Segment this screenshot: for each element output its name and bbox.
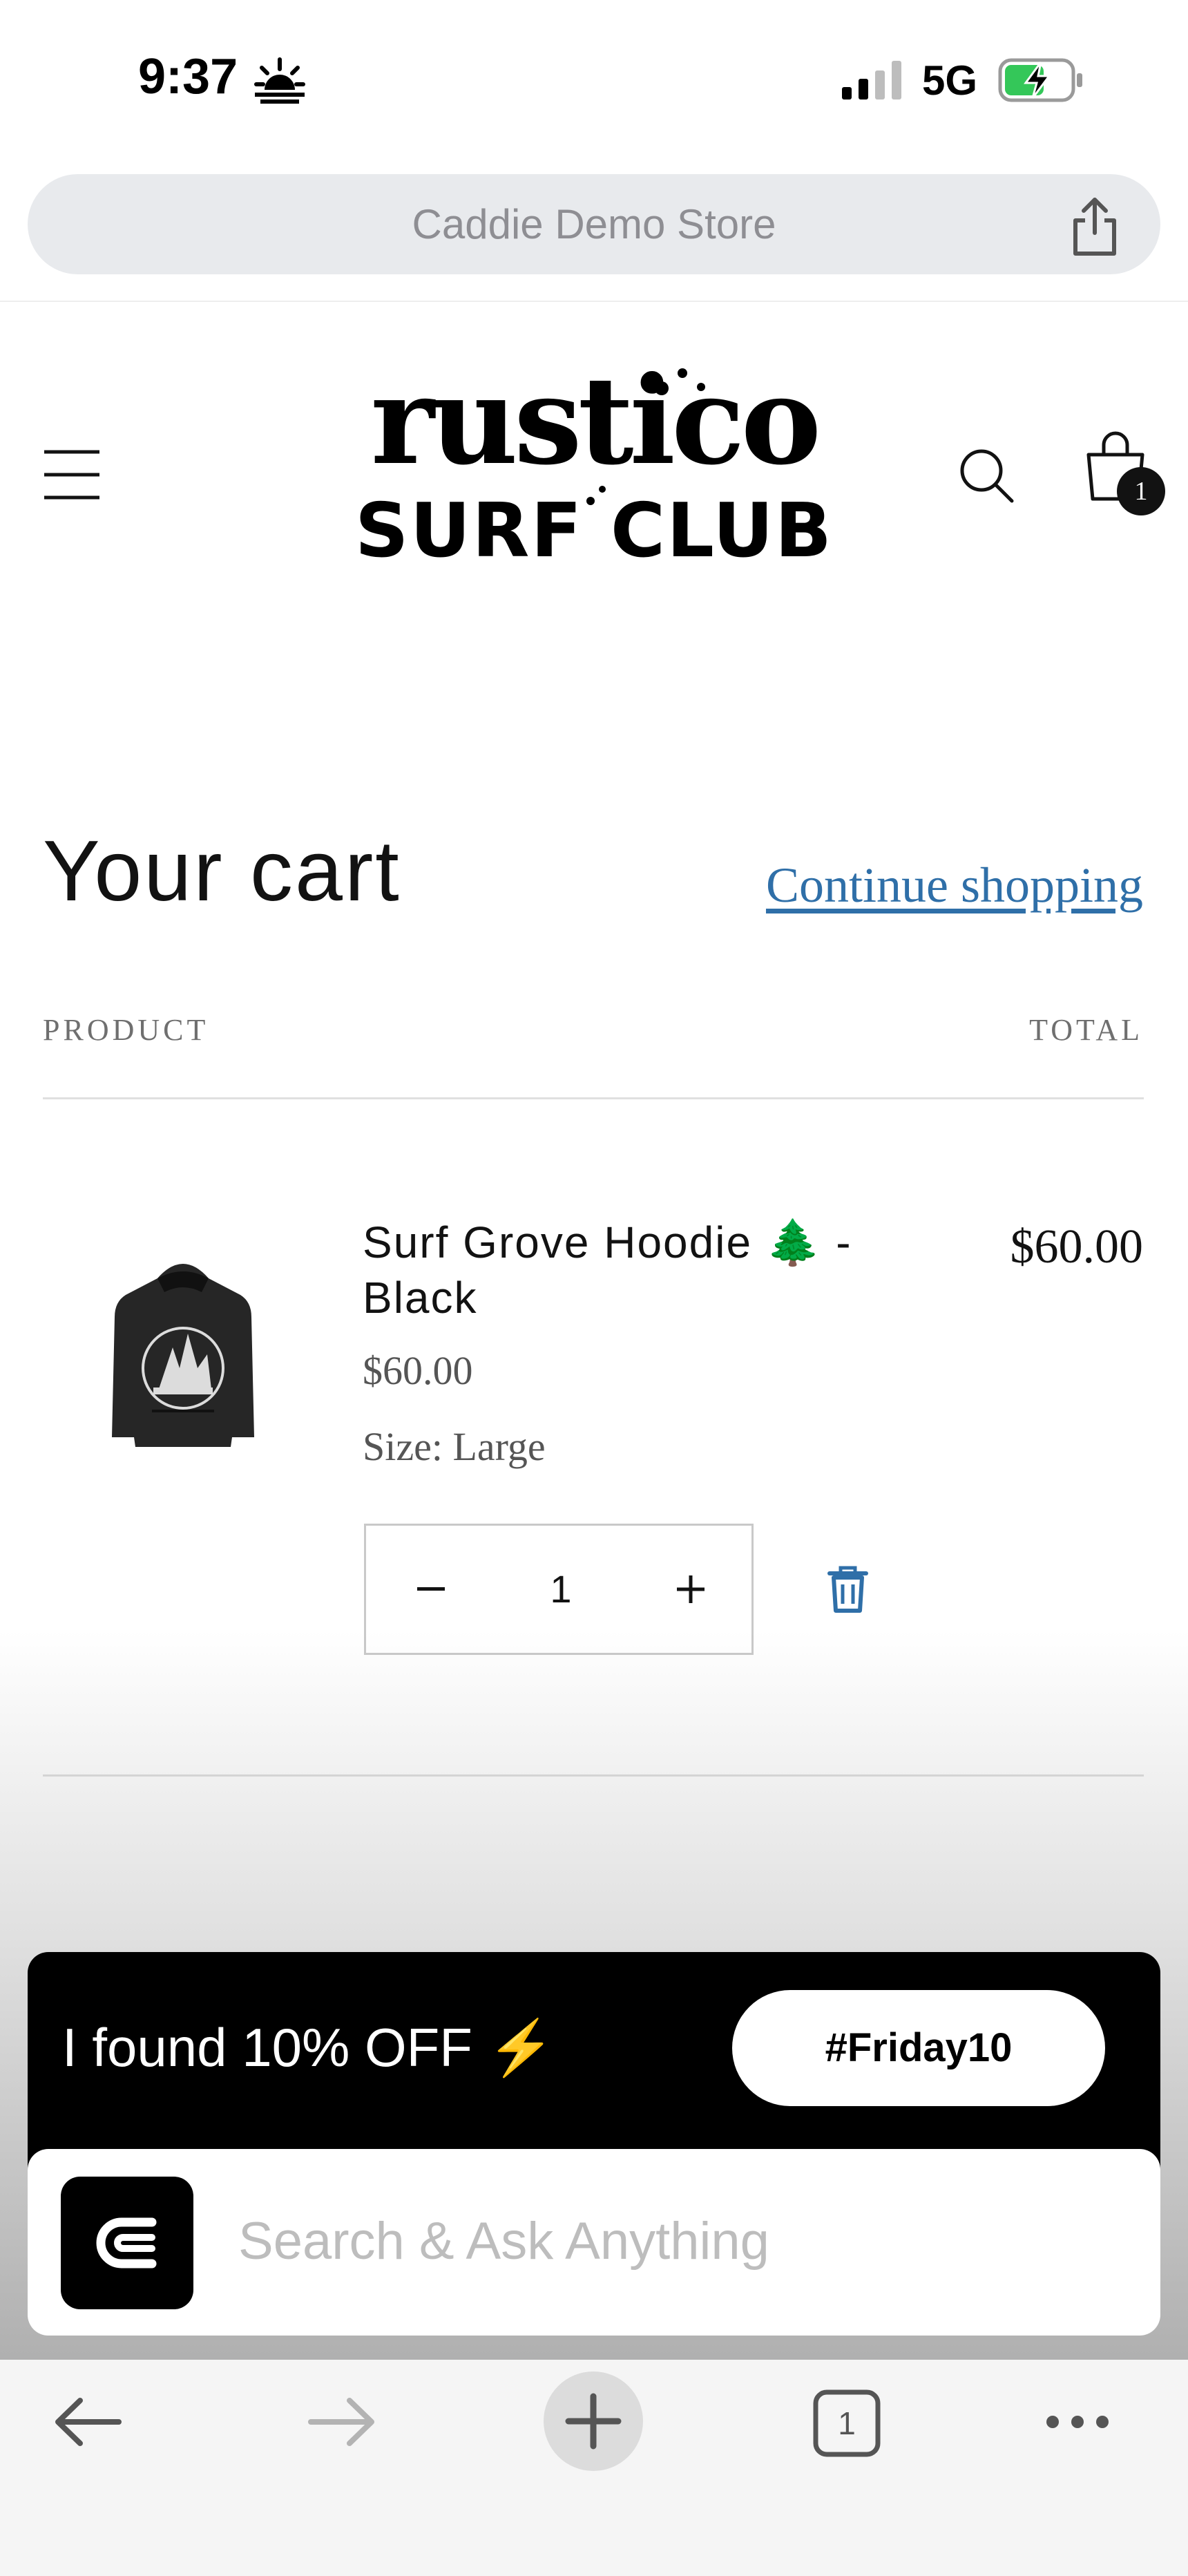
assistant-logo bbox=[61, 2177, 193, 2309]
total-column-header: TOTAL bbox=[1029, 1013, 1143, 1047]
magnet-icon bbox=[96, 2217, 157, 2269]
tab-count: 1 bbox=[838, 2405, 856, 2441]
site-title: Caddie Demo Store bbox=[412, 201, 776, 247]
page-title: Your cart bbox=[43, 824, 401, 919]
forward-arrow-icon[interactable] bbox=[304, 2391, 380, 2453]
more-icon[interactable] bbox=[1043, 2412, 1112, 2432]
search-icon[interactable] bbox=[957, 446, 1015, 504]
divider bbox=[43, 1097, 1144, 1099]
store-logo[interactable]: rustico SURF CLUB bbox=[352, 359, 836, 567]
plus-icon bbox=[565, 2393, 622, 2450]
product-name[interactable]: Surf Grove Hoodie 🌲 - Black bbox=[363, 1215, 901, 1325]
divider bbox=[43, 1774, 1144, 1777]
line-total: $60.00 bbox=[1010, 1220, 1144, 1273]
new-tab-button[interactable] bbox=[544, 2371, 643, 2471]
sunrise-icon bbox=[254, 57, 305, 104]
promo-message: I found 10% OFF ⚡ bbox=[62, 2017, 555, 2078]
plus-icon bbox=[677, 1575, 705, 1603]
promo-code-button[interactable]: #Friday10 bbox=[732, 1990, 1105, 2106]
product-image[interactable] bbox=[104, 1251, 262, 1458]
continue-shopping-link[interactable]: Continue shopping bbox=[766, 857, 1143, 914]
trash-icon[interactable] bbox=[825, 1565, 870, 1613]
menu-icon[interactable] bbox=[43, 449, 101, 500]
search-input[interactable]: Search & Ask Anything bbox=[238, 2211, 769, 2271]
cellular-signal-icon bbox=[842, 61, 901, 100]
product-size: Size: Large bbox=[363, 1424, 546, 1469]
tabs-button[interactable]: 1 bbox=[812, 2389, 881, 2458]
battery-charging-icon bbox=[998, 58, 1082, 102]
product-price: $60.00 bbox=[363, 1348, 473, 1393]
divider bbox=[0, 301, 1188, 302]
status-time: 9:37 bbox=[138, 49, 238, 104]
cart-count-badge: 1 bbox=[1117, 467, 1165, 515]
network-label: 5G bbox=[922, 57, 978, 104]
share-icon[interactable] bbox=[1067, 196, 1122, 258]
minus-icon bbox=[417, 1587, 445, 1591]
back-arrow-icon[interactable] bbox=[50, 2391, 126, 2453]
product-column-header: PRODUCT bbox=[43, 1013, 209, 1047]
svg-text:rustico: rustico bbox=[371, 359, 818, 492]
address-bar[interactable]: Caddie Demo Store bbox=[28, 174, 1160, 274]
